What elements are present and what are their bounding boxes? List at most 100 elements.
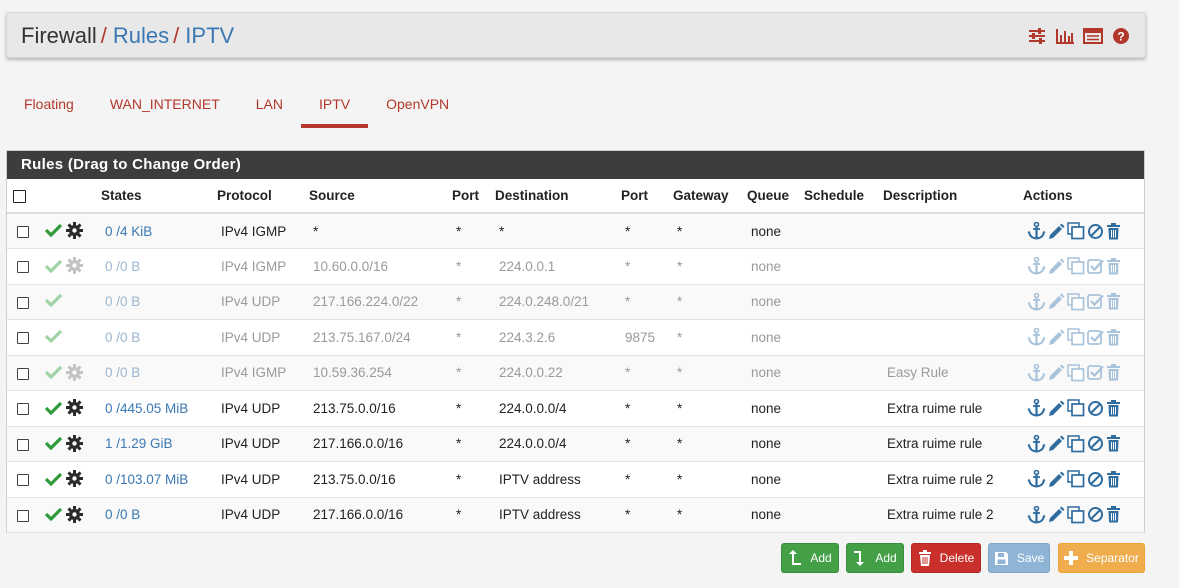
- svg-text:?: ?: [1117, 30, 1124, 44]
- rule-source: 213.75.167.0/24: [313, 329, 411, 345]
- disable-ban-icon[interactable]: [1087, 506, 1104, 523]
- rule-states[interactable]: 0 /103.07 MiB: [105, 472, 188, 487]
- help-icon[interactable]: ?: [1111, 27, 1131, 45]
- delete-trash-icon[interactable]: [1106, 364, 1121, 381]
- rule-row[interactable]: 0 /103.07 MiB IPv4 UDP 213.75.0.0/16 * IPTV …: [7, 461, 1144, 498]
- row-select-checkbox[interactable]: [17, 509, 29, 522]
- rule-row[interactable]: 0 /0 B IPv4 IGMP 10.60.0.0/16 * 224.0.0.1 * * n…: [7, 248, 1144, 285]
- anchor-icon[interactable]: [1027, 257, 1046, 275]
- row-select-checkbox[interactable]: [17, 438, 29, 451]
- tab-wan-internet[interactable]: WAN_INTERNET: [92, 90, 238, 128]
- disable-ban-icon[interactable]: [1087, 435, 1104, 452]
- row-select-checkbox[interactable]: [17, 367, 29, 380]
- row-select-checkbox[interactable]: [17, 332, 29, 345]
- rule-row[interactable]: 0 /0 B IPv4 UDP 217.166.0.0/16 * IPTV addres…: [7, 497, 1144, 533]
- edit-pencil-icon[interactable]: [1048, 435, 1065, 452]
- row-select-checkbox[interactable]: [17, 225, 29, 238]
- rule-states[interactable]: 0 /0 B: [105, 330, 140, 345]
- anchor-icon[interactable]: [1027, 292, 1046, 311]
- enable-check-square-icon[interactable]: [1087, 293, 1104, 310]
- anchor-icon[interactable]: [1027, 399, 1046, 417]
- copy-icon[interactable]: [1067, 257, 1085, 275]
- rule-source-port: *: [456, 223, 462, 239]
- copy-icon[interactable]: [1067, 435, 1085, 453]
- copy-icon[interactable]: [1067, 293, 1085, 311]
- rule-states[interactable]: 0 /0 B: [105, 294, 140, 309]
- edit-pencil-icon[interactable]: [1048, 223, 1065, 240]
- rule-row[interactable]: 0 /0 B IPv4 IGMP 10.59.36.254 * 224.0.0.22 * *…: [7, 355, 1144, 391]
- rule-source: 213.75.0.0/16: [313, 471, 396, 487]
- add-rule-top-button[interactable]: Add: [781, 543, 839, 573]
- add-rule-bottom-button[interactable]: Add: [846, 543, 904, 573]
- copy-icon[interactable]: [1067, 506, 1085, 524]
- rule-states[interactable]: 0 /0 B: [105, 365, 140, 380]
- row-select-checkbox[interactable]: [17, 296, 29, 309]
- edit-pencil-icon[interactable]: [1048, 258, 1065, 275]
- anchor-icon[interactable]: [1027, 505, 1046, 524]
- edit-pencil-icon[interactable]: [1048, 471, 1065, 488]
- disable-ban-icon[interactable]: [1087, 223, 1104, 240]
- row-select-checkbox[interactable]: [17, 474, 29, 487]
- delete-trash-icon[interactable]: [1106, 222, 1121, 240]
- rule-row[interactable]: 0 /445.05 MiB IPv4 UDP 213.75.0.0/16 * 224.0…: [7, 390, 1144, 427]
- row-select-checkbox[interactable]: [17, 403, 29, 416]
- rule-row[interactable]: 0 /0 B IPv4 UDP 213.75.167.0/24 * 224.3.2.6 9…: [7, 319, 1144, 356]
- rule-row[interactable]: 0 /0 B IPv4 UDP 217.166.224.0/22 * 224.0.248…: [7, 284, 1144, 320]
- enable-check-square-icon[interactable]: [1087, 258, 1104, 275]
- edit-pencil-icon[interactable]: [1048, 329, 1065, 346]
- delete-trash-icon[interactable]: [1106, 506, 1121, 523]
- tab-lan[interactable]: LAN: [238, 90, 301, 128]
- breadcrumb-rules-link[interactable]: Rules: [113, 23, 169, 48]
- disable-ban-icon[interactable]: [1087, 471, 1104, 488]
- tab-floating[interactable]: Floating: [6, 90, 92, 128]
- rule-states[interactable]: 0 /4 KiB: [105, 224, 152, 239]
- save-button[interactable]: Save: [988, 543, 1050, 573]
- sliders-icon[interactable]: [1027, 27, 1047, 45]
- delete-trash-icon[interactable]: [1106, 470, 1121, 488]
- rule-description: Extra ruime rule 2: [887, 471, 994, 487]
- tab-openvpn[interactable]: OpenVPN: [368, 90, 467, 128]
- pass-check-icon: [45, 436, 62, 450]
- disable-ban-icon[interactable]: [1087, 400, 1104, 417]
- enable-check-square-icon[interactable]: [1087, 364, 1104, 381]
- copy-icon[interactable]: [1067, 328, 1085, 346]
- anchor-icon[interactable]: [1027, 470, 1046, 488]
- rule-source-port: *: [456, 329, 462, 345]
- add-separator-button[interactable]: Separator: [1058, 543, 1145, 573]
- tab-iptv[interactable]: IPTV: [300, 90, 369, 128]
- rule-row[interactable]: 0 /4 KiB IPv4 IGMP * * * * * none: [7, 213, 1144, 249]
- anchor-icon[interactable]: [1027, 222, 1046, 240]
- edit-pencil-icon[interactable]: [1048, 506, 1065, 523]
- rule-status-icons: [45, 434, 83, 452]
- delete-trash-icon[interactable]: [1106, 328, 1121, 346]
- delete-trash-icon[interactable]: [1106, 435, 1121, 452]
- delete-button[interactable]: Delete: [911, 543, 981, 573]
- copy-icon[interactable]: [1067, 364, 1085, 382]
- rules-panel: Rules (Drag to Change Order) States Prot…: [6, 150, 1145, 533]
- edit-pencil-icon[interactable]: [1048, 293, 1065, 310]
- rule-states[interactable]: 1 /1.29 GiB: [105, 436, 173, 451]
- anchor-icon[interactable]: [1027, 363, 1046, 382]
- delete-trash-icon[interactable]: [1106, 257, 1121, 275]
- rule-row[interactable]: 1 /1.29 GiB IPv4 UDP 217.166.0.0/16 * 224.0.…: [7, 426, 1144, 462]
- breadcrumb-iptv-link[interactable]: IPTV: [185, 23, 234, 48]
- copy-icon[interactable]: [1067, 399, 1085, 417]
- delete-trash-icon[interactable]: [1106, 399, 1121, 417]
- bar-chart-icon[interactable]: [1055, 27, 1075, 45]
- row-select-checkbox[interactable]: [17, 261, 29, 274]
- anchor-icon[interactable]: [1027, 434, 1046, 453]
- select-all-checkbox[interactable]: [13, 189, 26, 203]
- rule-states[interactable]: 0 /0 B: [105, 259, 140, 274]
- edit-pencil-icon[interactable]: [1048, 400, 1065, 417]
- delete-trash-icon[interactable]: [1106, 293, 1121, 310]
- rule-states[interactable]: 0 /0 B: [105, 507, 140, 522]
- copy-icon[interactable]: [1067, 470, 1085, 488]
- enable-check-square-icon[interactable]: [1087, 329, 1104, 346]
- column-header-schedule: Schedule: [800, 179, 879, 214]
- list-table-icon[interactable]: [1083, 27, 1103, 45]
- anchor-icon[interactable]: [1027, 328, 1046, 346]
- copy-icon[interactable]: [1067, 222, 1085, 240]
- save-icon: [994, 551, 1008, 565]
- rule-states[interactable]: 0 /445.05 MiB: [105, 401, 188, 416]
- edit-pencil-icon[interactable]: [1048, 364, 1065, 381]
